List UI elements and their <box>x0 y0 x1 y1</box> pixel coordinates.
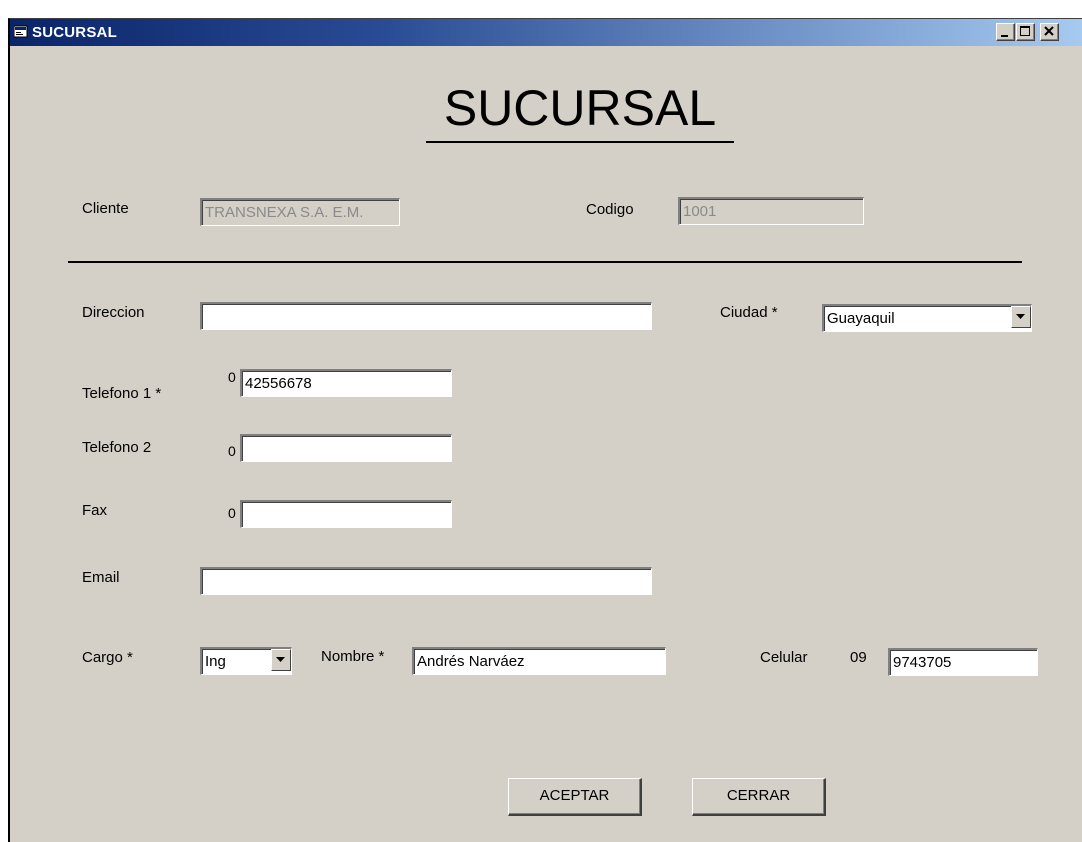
maximize-button[interactable] <box>1016 23 1035 41</box>
ciudad-select[interactable]: Guayaquil <box>822 304 1032 332</box>
minimize-button[interactable] <box>996 23 1015 41</box>
cargo-dropdown-button[interactable] <box>271 649 291 671</box>
fax-prefix: 0 <box>228 505 236 521</box>
celular-prefix: 09 <box>850 649 867 666</box>
nombre-label: Nombre * <box>321 648 385 665</box>
cliente-field[interactable]: TRANSNEXA S.A. E.M. <box>200 198 400 226</box>
ciudad-selected-value: Guayaquil <box>827 310 895 327</box>
email-label: Email <box>82 569 120 586</box>
cargo-label: Cargo * <box>82 649 133 666</box>
direccion-input[interactable] <box>200 302 652 330</box>
cerrar-button[interactable]: CERRAR <box>692 778 826 816</box>
fax-label: Fax <box>82 502 108 519</box>
close-window-button[interactable] <box>1040 23 1059 41</box>
chevron-down-icon <box>1016 314 1025 319</box>
cliente-label: Cliente <box>82 200 129 217</box>
app-icon <box>14 25 28 38</box>
cargo-selected-value: Ing <box>205 653 226 670</box>
telefono1-prefix: 0 <box>228 369 236 385</box>
minimize-icon <box>1001 35 1008 37</box>
ciudad-dropdown-button[interactable] <box>1011 306 1031 328</box>
telefono2-input[interactable] <box>240 434 452 462</box>
section-divider <box>68 261 1022 263</box>
fax-input[interactable] <box>240 500 452 528</box>
celular-input[interactable]: 9743705 <box>888 648 1038 676</box>
sucursal-window: SUCURSAL SUCURSAL Cliente TRANSNEXA S.A.… <box>8 18 1082 842</box>
window-title: SUCURSAL <box>32 24 117 41</box>
celular-label: Celular <box>760 649 808 666</box>
chevron-down-icon <box>276 657 285 662</box>
form-heading: SUCURSAL <box>443 80 717 136</box>
heading-underline <box>426 141 734 143</box>
telefono1-label: Telefono 1 * <box>82 385 162 402</box>
title-bar[interactable]: SUCURSAL <box>10 19 1082 46</box>
aceptar-button[interactable]: ACEPTAR <box>508 778 642 816</box>
codigo-label: Codigo <box>586 201 634 218</box>
telefono2-label: Telefono 2 <box>82 439 152 456</box>
cargo-select[interactable]: Ing <box>200 647 292 675</box>
nombre-input[interactable]: Andrés Narváez <box>412 647 666 675</box>
direccion-label: Direccion <box>82 304 145 321</box>
codigo-field[interactable]: 1001 <box>678 197 864 225</box>
close-icon <box>1044 26 1054 36</box>
ciudad-label: Ciudad * <box>720 304 778 321</box>
telefono1-input[interactable]: 42556678 <box>240 369 452 397</box>
email-input[interactable] <box>200 567 652 595</box>
maximize-icon <box>1020 26 1030 36</box>
telefono2-prefix: 0 <box>228 443 236 459</box>
